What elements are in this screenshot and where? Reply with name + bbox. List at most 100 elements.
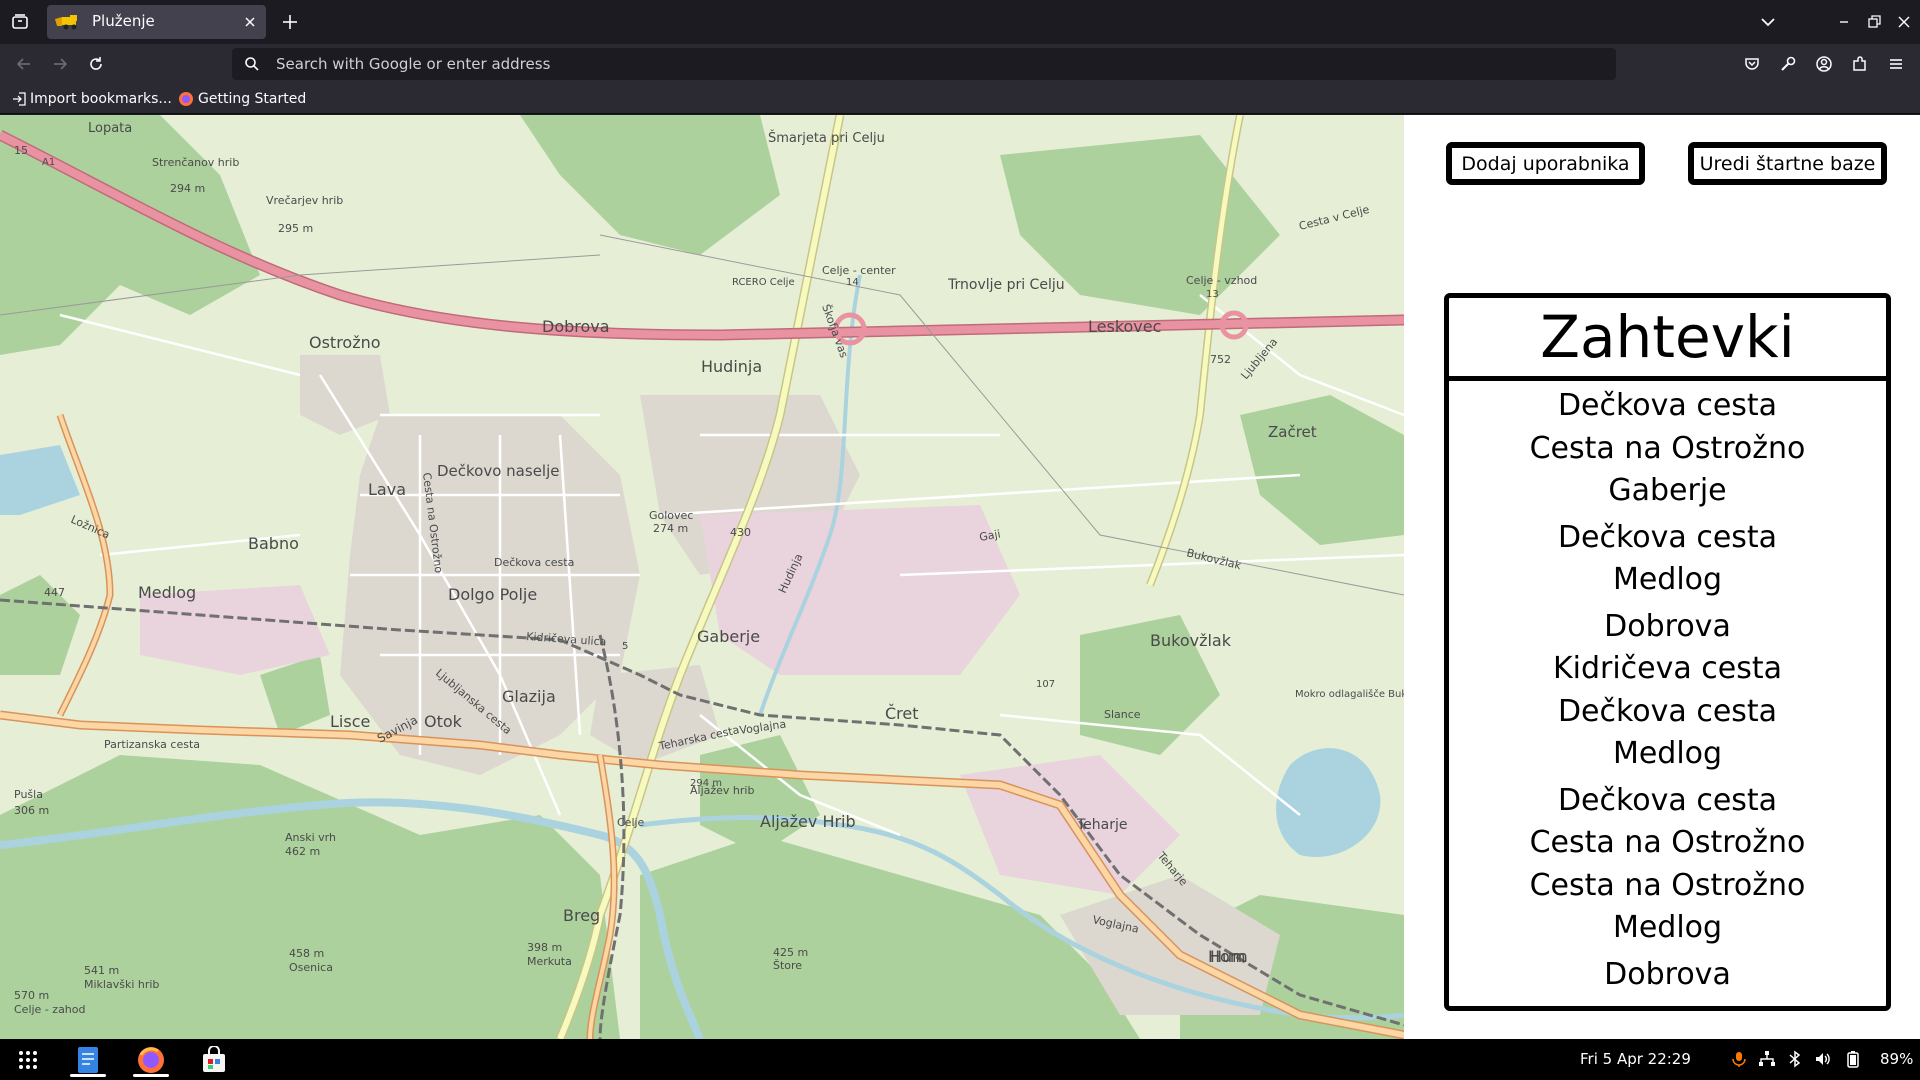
- clock[interactable]: Fri 5 Apr 22:29: [1580, 1050, 1691, 1068]
- edit-start-bases-button[interactable]: Uredi štartne baze: [1688, 142, 1887, 185]
- request-location: Cesta na Ostrožno: [1529, 825, 1806, 860]
- page-content: Lopata Strenčanov hrib 294 m Vrečarjev hrib…: [0, 115, 1920, 1039]
- request-item[interactable]: Dečkova cesta Cesta na Ostrožno Gaberje: [1449, 385, 1886, 513]
- pocket-icon: [1745, 58, 1759, 70]
- bookmarks-toolbar: Import bookmarks... Getting Started: [0, 84, 1920, 114]
- import-icon: [13, 92, 26, 106]
- map-place-label: 306 m: [14, 804, 49, 817]
- menu-button[interactable]: [1884, 52, 1908, 76]
- new-tab-icon[interactable]: [280, 12, 300, 32]
- map-place-label: Čret: [885, 704, 919, 723]
- map-place-label: Lopata: [88, 121, 132, 136]
- volume-icon[interactable]: [1814, 1050, 1832, 1068]
- side-panel: Dodaj uporabnika Uredi štartne baze Zaht…: [1404, 115, 1920, 1039]
- running-indicator: [133, 1074, 169, 1077]
- request-location: Dečkova cesta: [1557, 693, 1778, 729]
- map-place-label: A1: [42, 157, 55, 168]
- map-place-label: 541 m: [84, 964, 119, 977]
- arrow-right-icon: [54, 58, 68, 70]
- map-place-label: Vrečarjev hrib: [266, 194, 343, 207]
- getting-started-link[interactable]: Getting Started: [178, 89, 306, 109]
- request-location: Kidričeva cesta: [1552, 651, 1783, 686]
- restore-icon[interactable]: [1864, 12, 1884, 32]
- close-window-icon[interactable]: [1894, 12, 1914, 32]
- map-canvas[interactable]: Lopata Strenčanov hrib 294 m Vrečarjev hrib…: [0, 115, 1404, 1039]
- map-place-label: Šmarjeta pri Celju: [768, 130, 885, 146]
- map-place-label: Gaberje: [697, 627, 760, 646]
- battery-icon[interactable]: [1844, 1050, 1862, 1068]
- reload-button[interactable]: [84, 52, 108, 76]
- map-place-label: Hudinja: [701, 357, 762, 376]
- map-place-label: Dečkovo naselje: [437, 462, 559, 480]
- map-place-label: Partizanska cesta: [104, 738, 200, 751]
- map-place-label: Začret: [1268, 423, 1317, 441]
- map-place-label: Celje: [617, 816, 645, 829]
- map-place-label: Lava: [368, 480, 406, 499]
- map-place-label: Otok: [424, 712, 463, 731]
- map-place-label: 752: [1210, 353, 1231, 366]
- request-item[interactable]: Dobrova: [1449, 954, 1886, 997]
- address-bar[interactable]: [232, 48, 1616, 80]
- map-place-label: Bukovžlak: [1150, 631, 1232, 650]
- map-place-label: 295 m: [278, 222, 313, 235]
- map-place-label: Anski vrh: [285, 831, 336, 844]
- map-place-label: Miklavški hrib: [84, 978, 159, 991]
- map-place-label: Lisce: [330, 712, 370, 731]
- request-item[interactable]: Dečkova cesta Medlog: [1449, 517, 1886, 602]
- software-store-app[interactable]: [194, 1043, 234, 1077]
- text-editor-icon: [78, 1047, 98, 1073]
- request-item[interactable]: Dobrova Kidričeva cesta Dečkova cesta Medlo…: [1449, 606, 1886, 776]
- request-location: Cesta na Ostrožno: [1529, 430, 1806, 466]
- map-place-label: 430: [730, 526, 751, 539]
- navigation-toolbar: [0, 44, 1920, 84]
- minimize-icon[interactable]: [1834, 12, 1854, 32]
- extensions-button[interactable]: [1848, 52, 1872, 76]
- pocket-button[interactable]: [1740, 52, 1764, 76]
- map-place-label: Breg: [563, 906, 600, 925]
- request-location: Medlog: [1612, 736, 1723, 771]
- map-place-label: Babno: [248, 534, 299, 553]
- forward-button[interactable]: [48, 52, 72, 76]
- app-grid-button[interactable]: [8, 1043, 48, 1077]
- request-item[interactable]: Dečkova cesta Cesta na Ostrožno Cesta na O…: [1449, 780, 1886, 950]
- map-place-label: 458 m: [289, 947, 324, 960]
- hamburger-menu-icon: [1890, 59, 1902, 69]
- request-location: Dečkova cesta: [1557, 388, 1778, 423]
- request-location: Dečkova cesta: [1557, 782, 1778, 818]
- url-input[interactable]: [276, 48, 1576, 80]
- map-place-label: Pušla: [14, 788, 43, 801]
- import-bookmarks-link[interactable]: Import bookmarks...: [12, 89, 172, 109]
- requests-list: Dečkova cesta Cesta na Ostrožno Gaberje Deč…: [1449, 381, 1886, 996]
- running-indicator: [70, 1074, 106, 1077]
- back-button[interactable]: [12, 52, 36, 76]
- map-place-label: 447: [44, 586, 65, 599]
- request-location: Dobrova: [1604, 608, 1731, 644]
- map-place-label: Celje - zahod: [14, 1003, 86, 1016]
- devtools-button[interactable]: [1776, 52, 1800, 76]
- request-location: Cesta na Ostrožno: [1529, 867, 1806, 903]
- firefox-app[interactable]: [131, 1043, 171, 1077]
- account-button[interactable]: [1812, 52, 1836, 76]
- software-store-icon: [203, 1046, 225, 1072]
- list-all-tabs-icon[interactable]: [1758, 12, 1778, 32]
- bluetooth-icon[interactable]: [1786, 1050, 1804, 1068]
- close-tab-icon[interactable]: [242, 14, 258, 30]
- text-editor-app[interactable]: [68, 1043, 108, 1077]
- tab-list-button[interactable]: [8, 10, 32, 34]
- request-location: Dečkova cesta: [1557, 519, 1778, 555]
- requests-title: Zahtevki: [1449, 298, 1886, 381]
- add-user-button[interactable]: Dodaj uporabnika: [1446, 142, 1645, 185]
- map-place-label: Dolgo Polje: [448, 585, 537, 604]
- network-icon[interactable]: [1758, 1050, 1776, 1068]
- map-place-label: Strenčanov hrib: [152, 156, 239, 169]
- map-place-label: Aljažev Hrib: [760, 812, 856, 831]
- puzzle-icon: [1853, 56, 1866, 71]
- microphone-icon[interactable]: [1730, 1050, 1748, 1068]
- map-view[interactable]: Lopata Strenčanov hrib 294 m Vrečarjev hrib…: [0, 115, 1404, 1039]
- map-place-label: Trnovlje pri Celju: [947, 277, 1065, 293]
- map-place-label: Leskovec: [1088, 317, 1161, 336]
- map-place-label: Dečkova cesta: [494, 556, 574, 569]
- tab-plutenje[interactable]: Pluženje: [47, 5, 266, 39]
- map-place-label: 462 m: [285, 845, 320, 858]
- getting-started-label: Getting Started: [198, 91, 307, 107]
